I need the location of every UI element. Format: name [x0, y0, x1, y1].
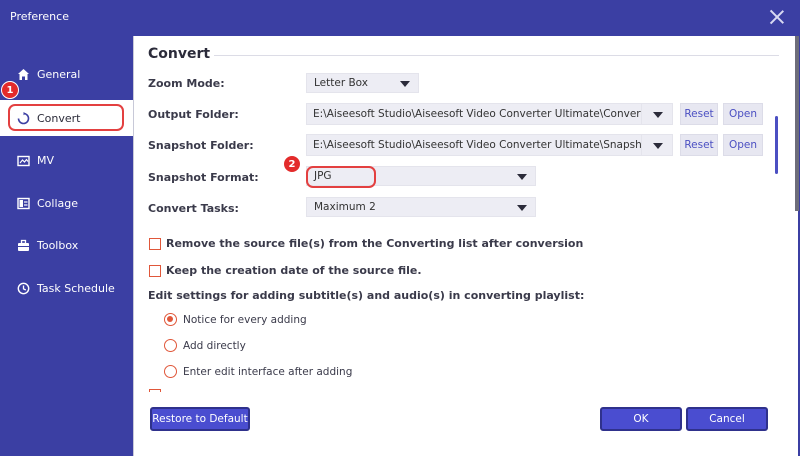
sidebar-item-general[interactable]: General: [0, 56, 133, 92]
keep-date-checkbox[interactable]: [149, 264, 161, 277]
scrollbar-track[interactable]: [795, 36, 799, 211]
mv-icon: [16, 153, 30, 167]
sidebar: General Convert MV Collage Toolbox Task …: [0, 36, 133, 456]
annotation-highlight-format: [306, 166, 376, 188]
restore-default-button[interactable]: Restore to Default: [150, 407, 250, 431]
snapshot-folder-open-button[interactable]: Open: [723, 134, 763, 156]
radio-button[interactable]: [164, 339, 177, 352]
output-folder-dropdown[interactable]: [641, 103, 673, 125]
toolbox-icon: [16, 238, 30, 252]
snapshot-folder-reset-button[interactable]: Reset: [680, 134, 718, 156]
collage-icon: [16, 196, 30, 210]
chevron-down-icon: [653, 143, 663, 149]
chevron-down-icon: [653, 112, 663, 118]
sidebar-item-collage[interactable]: Collage: [0, 185, 133, 221]
output-folder-label: Output Folder:: [148, 108, 239, 121]
remove-source-checkbox-row[interactable]: Remove the source file(s) from the Conve…: [149, 237, 583, 250]
snapshot-folder-dropdown[interactable]: [641, 134, 673, 156]
annotation-step-2: 2: [283, 155, 301, 173]
ok-button[interactable]: OK: [600, 407, 682, 431]
preference-window: Preference General Convert MV Collage To…: [0, 0, 800, 456]
snapshot-folder-label: Snapshot Folder:: [148, 139, 254, 152]
cancel-button[interactable]: Cancel: [686, 407, 768, 431]
convert-panel: Convert Zoom Mode: Letter Box Output Fol…: [133, 36, 799, 456]
output-folder-value: E:\Aiseesoft Studio\Aiseesoft Video Conv…: [313, 108, 646, 120]
scrollbar-thumb[interactable]: [775, 116, 778, 174]
radio-enter-edit-interface[interactable]: Enter edit interface after adding: [164, 365, 352, 378]
radio-add-directly[interactable]: Add directly: [164, 339, 246, 352]
sidebar-item-task-schedule[interactable]: Task Schedule: [0, 270, 133, 306]
convert-tasks-select[interactable]: Maximum 2: [306, 197, 536, 217]
convert-tasks-label: Convert Tasks:: [148, 202, 239, 215]
annotation-highlight-convert: [8, 104, 124, 131]
section-divider: [214, 55, 779, 56]
section-title: Convert: [148, 46, 211, 62]
remove-source-label: Remove the source file(s) from the Conve…: [166, 237, 584, 250]
convert-tasks-value: Maximum 2: [314, 201, 376, 213]
output-folder-path[interactable]: E:\Aiseesoft Studio\Aiseesoft Video Conv…: [306, 103, 646, 125]
radio-label: Add directly: [183, 339, 246, 352]
radio-button[interactable]: [164, 365, 177, 378]
sidebar-item-toolbox[interactable]: Toolbox: [0, 227, 133, 263]
sidebar-item-mv[interactable]: MV: [0, 142, 133, 178]
zoom-mode-select[interactable]: Letter Box: [306, 73, 419, 93]
radio-button[interactable]: [164, 313, 177, 326]
snapshot-folder-path[interactable]: E:\Aiseesoft Studio\Aiseesoft Video Conv…: [306, 134, 646, 156]
chevron-down-icon: [517, 174, 527, 180]
annotation-step-1: 1: [1, 81, 19, 99]
close-icon[interactable]: [768, 8, 786, 26]
clock-icon: [16, 281, 30, 295]
window-title: Preference: [10, 10, 69, 23]
keep-date-label: Keep the creation date of the source fil…: [166, 264, 422, 277]
keep-date-checkbox-row[interactable]: Keep the creation date of the source fil…: [149, 264, 422, 277]
sidebar-item-label: Task Schedule: [37, 281, 115, 295]
radio-notice-every-adding[interactable]: Notice for every adding: [164, 313, 307, 326]
partially-visible-checkbox[interactable]: [149, 389, 161, 392]
radio-label: Enter edit interface after adding: [183, 365, 353, 378]
sidebar-item-label: MV: [37, 153, 55, 167]
sidebar-item-label: Toolbox: [37, 238, 79, 252]
subtitle-settings-label: Edit settings for adding subtitle(s) and…: [148, 289, 585, 302]
sidebar-item-label: General: [37, 67, 81, 81]
snapshot-folder-value: E:\Aiseesoft Studio\Aiseesoft Video Conv…: [313, 139, 646, 151]
chevron-down-icon: [517, 205, 527, 211]
radio-label: Notice for every adding: [183, 313, 307, 326]
chevron-down-icon: [400, 81, 410, 87]
zoom-mode-value: Letter Box: [314, 77, 368, 89]
sidebar-item-label: Collage: [37, 196, 79, 210]
output-folder-reset-button[interactable]: Reset: [680, 103, 718, 125]
snapshot-format-label: Snapshot Format:: [148, 171, 259, 184]
output-folder-open-button[interactable]: Open: [723, 103, 763, 125]
remove-source-checkbox[interactable]: [149, 237, 161, 250]
home-icon: [16, 67, 30, 81]
title-bar: Preference: [0, 0, 800, 36]
zoom-mode-label: Zoom Mode:: [148, 77, 225, 90]
